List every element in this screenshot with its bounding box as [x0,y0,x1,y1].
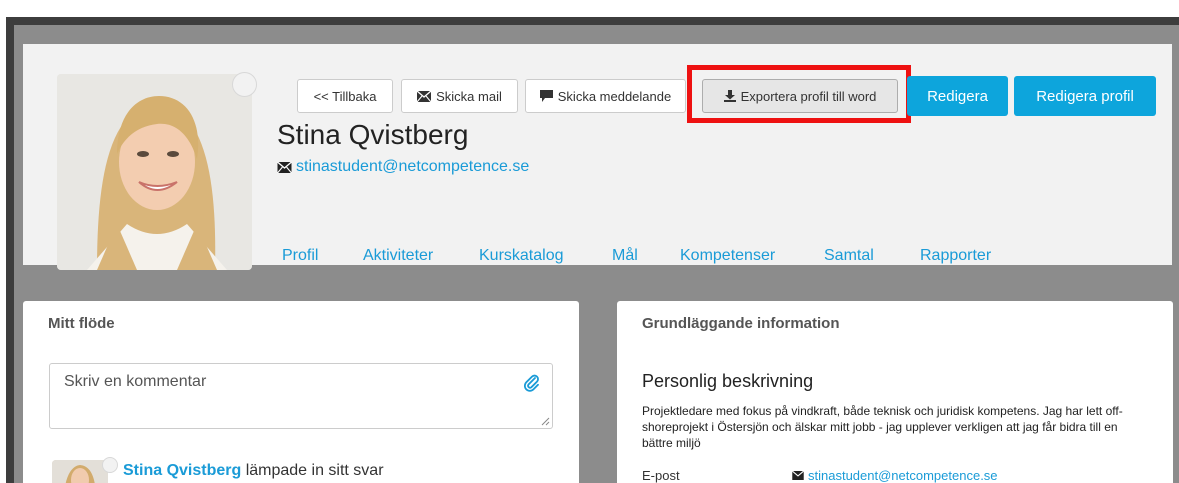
feed-title: Mitt flöde [48,315,115,332]
send-message-label: Skicka meddelande [557,88,672,104]
feed-avatar [52,460,108,483]
personal-description-title: Personlig beskrivning [642,371,814,391]
feed-item-author[interactable]: Stina Qvistberg [123,462,241,479]
resize-grip-icon[interactable] [541,417,550,426]
edit-button-label: Redigera [927,87,988,105]
edit-button[interactable]: Redigera [907,76,1008,116]
profile-header: << Tillbaka Skicka mail Skicka meddeland… [23,44,1172,270]
page-content: << Tillbaka Skicka mail Skicka meddeland… [14,25,1179,483]
email-row-value-text: stinastudent@netcompetence.se [808,468,998,483]
edit-profile-button[interactable]: Redigera profil [1014,76,1156,116]
profile-name: Stina Qvistberg [277,119,469,150]
comment-placeholder: Skriv en kommentar [64,373,207,390]
feed-item-text: Stina Qvistberg lämpade in sitt svar [123,462,384,480]
back-button-label: << Tillbaka [313,88,377,104]
comment-input[interactable]: Skriv en kommentar [49,363,553,429]
tab-samtal[interactable]: Samtal [824,247,874,265]
tab-profil[interactable]: Profil [282,247,318,265]
envelope-icon [792,471,804,480]
profile-email-text: stinastudent@netcompetence.se [296,158,530,175]
tab-aktiviteter[interactable]: Aktiviteter [363,247,433,265]
email-row-value[interactable]: stinastudent@netcompetence.se [792,468,998,483]
basic-info-panel: Grundläggande information Personlig besk… [617,301,1173,483]
personal-description-text: Projektledare med fokus på vindkraft, bå… [642,404,1123,450]
tab-kurskatalog[interactable]: Kurskatalog [479,247,564,265]
send-mail-button[interactable]: Skicka mail [401,79,518,113]
email-row-label: E-post [642,468,680,483]
tab-mal[interactable]: Mål [612,247,638,265]
basic-info-title: Grundläggande information [642,315,840,332]
tab-kompetenser[interactable]: Kompetenser [680,247,775,265]
envelope-icon [417,90,432,102]
profile-email[interactable]: stinastudent@netcompetence.se [277,158,529,176]
comment-icon [539,90,553,102]
feed-panel: Mitt flöde Skriv en kommentar Stina Qvis… [23,301,579,483]
envelope-icon [277,161,292,173]
send-mail-label: Skicka mail [436,88,502,104]
tab-rapporter[interactable]: Rapporter [920,247,991,265]
edit-profile-label: Redigera profil [1036,87,1134,105]
send-message-button[interactable]: Skicka meddelande [525,79,686,113]
email-row: E-post stinastudent@netcompetence.se [642,468,1162,483]
export-word-label: Exportera profil till word [740,88,877,104]
feed-item-action: lämpade in sitt svar [241,462,384,479]
avatar-status-dot [232,72,257,97]
back-button[interactable]: << Tillbaka [297,79,393,113]
export-word-button[interactable]: Exportera profil till word [702,79,898,113]
profile-avatar [57,74,252,270]
browser-frame: << Tillbaka Skicka mail Skicka meddeland… [6,17,1179,483]
paperclip-icon[interactable] [524,374,540,392]
download-icon [723,90,736,102]
feed-avatar-status-dot [102,457,118,473]
